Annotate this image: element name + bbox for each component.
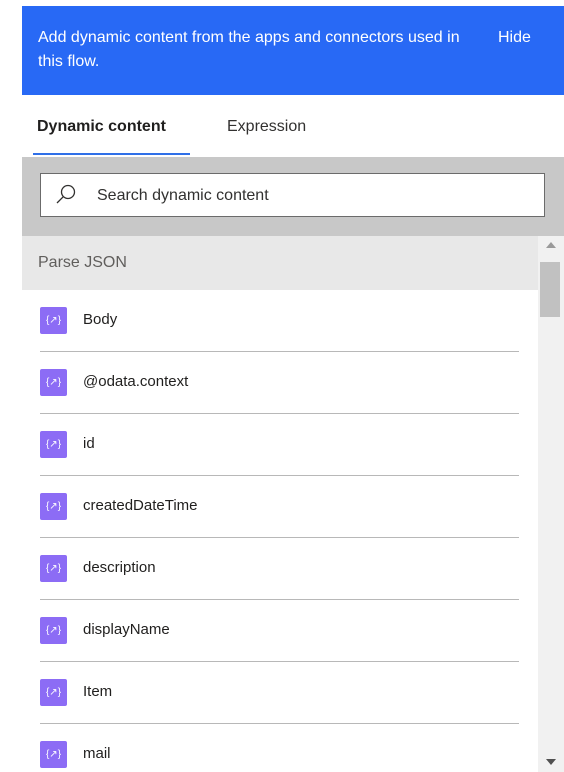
search-input[interactable]: Search dynamic content <box>40 173 545 217</box>
banner-message: Add dynamic content from the apps and co… <box>38 29 460 70</box>
section-header-parse-json: Parse JSON <box>22 236 538 290</box>
scrollbar[interactable] <box>538 236 564 772</box>
tab-bar: Dynamic content Expression <box>22 95 564 157</box>
tab-expression[interactable]: Expression <box>227 116 306 138</box>
item-label: @odata.context <box>83 373 189 390</box>
item-label: displayName <box>83 621 170 638</box>
search-area: Search dynamic content <box>22 157 564 236</box>
section-title: Parse JSON <box>38 254 127 271</box>
dynamic-content-list: Parse JSON {↗} Body {↗} @odata.context {… <box>22 236 538 772</box>
list-item-description[interactable]: {↗} description <box>22 538 538 600</box>
dynamic-token-icon: {↗} <box>40 307 67 334</box>
dynamic-token-icon: {↗} <box>40 679 67 706</box>
search-icon <box>56 184 76 204</box>
item-label: Item <box>83 683 113 700</box>
dynamic-token-icon: {↗} <box>40 369 67 396</box>
list-item-odata-context[interactable]: {↗} @odata.context <box>22 352 538 414</box>
active-tab-indicator <box>33 153 190 155</box>
scrollbar-thumb[interactable] <box>540 262 560 317</box>
item-label: mail <box>83 745 111 762</box>
hide-button[interactable]: Hide <box>498 26 531 50</box>
dynamic-token-icon: {↗} <box>40 493 67 520</box>
tab-dynamic-content[interactable]: Dynamic content <box>37 116 166 138</box>
info-banner: Add dynamic content from the apps and co… <box>22 6 564 95</box>
scroll-up-arrow-icon[interactable] <box>546 242 556 248</box>
list-item-display-name[interactable]: {↗} displayName <box>22 600 538 662</box>
list-item-item[interactable]: {↗} Item <box>22 662 538 724</box>
list-item-mail[interactable]: {↗} mail <box>22 724 538 772</box>
dynamic-token-icon: {↗} <box>40 741 67 768</box>
dynamic-token-icon: {↗} <box>40 617 67 644</box>
list-item-id[interactable]: {↗} id <box>22 414 538 476</box>
item-label: createdDateTime <box>83 497 198 514</box>
list-item-body[interactable]: {↗} Body <box>22 290 538 352</box>
item-label: description <box>83 559 156 576</box>
dynamic-token-icon: {↗} <box>40 555 67 582</box>
item-label: id <box>83 435 95 452</box>
item-label: Body <box>83 311 118 328</box>
dynamic-content-panel: Add dynamic content from the apps and co… <box>0 0 564 772</box>
search-placeholder: Search dynamic content <box>97 187 269 204</box>
scroll-down-arrow-icon[interactable] <box>546 759 556 765</box>
list-item-created-date-time[interactable]: {↗} createdDateTime <box>22 476 538 538</box>
dynamic-token-icon: {↗} <box>40 431 67 458</box>
